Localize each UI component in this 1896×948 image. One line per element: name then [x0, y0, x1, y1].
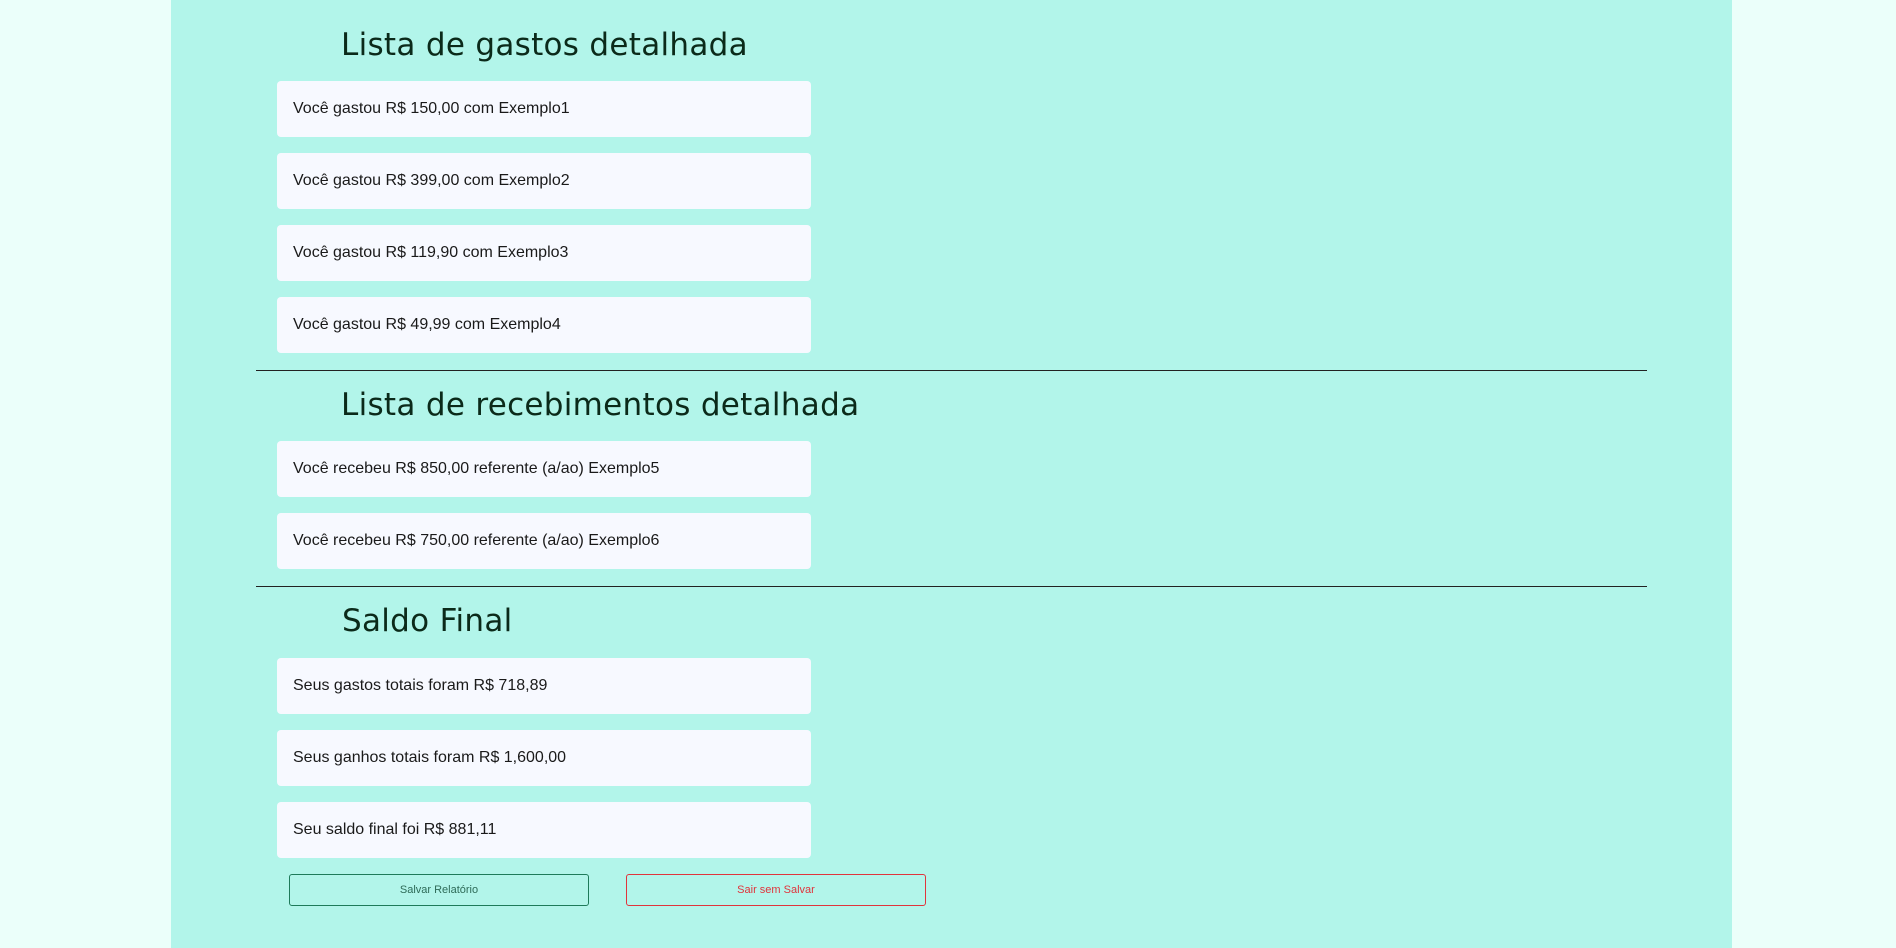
expense-item: Você gastou R$ 399,00 com Exemplo2 [277, 153, 811, 209]
income-item: Você recebeu R$ 750,00 referente (a/ao) … [277, 513, 811, 569]
report-panel: Lista de gastos detalhada Você gastou R$… [171, 0, 1732, 948]
total-income-item: Seus ganhos totais foram R$ 1,600,00 [277, 730, 811, 786]
income-title: Lista de recebimentos detalhada [341, 387, 860, 423]
section-divider [256, 586, 1647, 587]
expense-item: Você gastou R$ 119,90 com Exemplo3 [277, 225, 811, 281]
final-balance-item: Seu saldo final foi R$ 881,11 [277, 802, 811, 858]
expenses-title: Lista de gastos detalhada [341, 27, 748, 63]
exit-without-saving-button[interactable]: Sair sem Salvar [626, 874, 926, 906]
section-divider [256, 370, 1647, 371]
income-item: Você recebeu R$ 850,00 referente (a/ao) … [277, 441, 811, 497]
expense-item: Você gastou R$ 49,99 com Exemplo4 [277, 297, 811, 353]
total-expenses-item: Seus gastos totais foram R$ 718,89 [277, 658, 811, 714]
expense-item: Você gastou R$ 150,00 com Exemplo1 [277, 81, 811, 137]
save-report-button[interactable]: Salvar Relatório [289, 874, 589, 906]
balance-title: Saldo Final [342, 603, 513, 639]
